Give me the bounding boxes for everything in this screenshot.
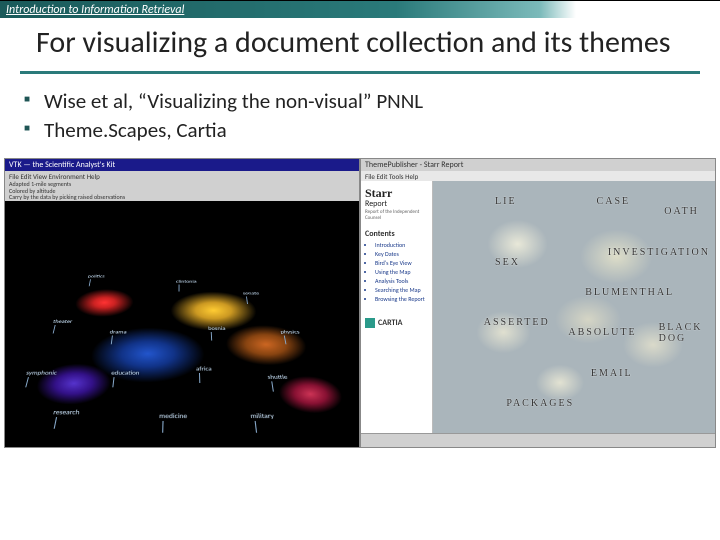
fig2-window-title: ThemePublisher - Starr Report [361, 159, 715, 171]
terrain-label: education [111, 369, 140, 376]
fig1-subtext-line: Adapted 1-mile segments [9, 181, 355, 188]
toc-item: Introduction [375, 241, 428, 250]
cartia-logo-icon [365, 318, 375, 328]
starr-title-a: Starr [365, 187, 428, 199]
map-keyword: ASSERTED [484, 317, 550, 328]
toc-item: Browsing the Report [375, 295, 428, 304]
terrain-label: military [250, 412, 274, 421]
terrain-label: politics [88, 274, 106, 279]
fig1-terrain: politics clintonia senate theater drama bosni… [4, 260, 360, 441]
fig1-subtext: Adapted 1-mile segments Colored by altit… [5, 181, 359, 201]
toc-item: Analysis Tools [375, 277, 428, 286]
bullet-item: Theme.Scapes, Cartia [44, 117, 700, 144]
map-keyword: ABSOLUTE [568, 327, 636, 338]
figure-cartia: ThemePublisher - Starr Report File Edit … [360, 158, 716, 448]
map-keyword: EMAIL [591, 368, 633, 379]
terrain-label: physics [280, 329, 300, 335]
terrain-label: clintonia [176, 279, 197, 284]
fig1-window-title: VTK — the Scientific Analyst's Kit [5, 159, 359, 171]
fig2-statusbar [361, 433, 715, 447]
terrain-label: shuttle [267, 373, 288, 380]
toc-item: Searching the Map [375, 286, 428, 295]
title-block: For visualizing a document collection an… [0, 18, 720, 67]
map-keyword: BLACK DOG [659, 322, 715, 344]
terrain-label: africa [196, 365, 212, 372]
slide-title: For visualizing a document collection an… [36, 26, 720, 61]
fig1-subtext-line: Carry by the data by picking raised obse… [9, 194, 355, 201]
contents-heading: Contents [365, 229, 428, 239]
bullet-list: Wise et al, “Visualizing the non-visual”… [0, 74, 720, 145]
terrain-label: theater [52, 319, 73, 325]
map-keyword: CASE [597, 196, 631, 207]
figures-row: VTK — the Scientific Analyst's Kit File … [0, 158, 720, 448]
map-keyword: PACKAGES [506, 398, 574, 409]
toc-item: Bird's Eye View [375, 259, 428, 268]
terrain-label: bosnia [208, 325, 226, 331]
starr-subline: Report of the Independent Counsel [365, 209, 428, 221]
fig2-menubar: File Edit Tools Help [361, 171, 715, 181]
map-keyword: SEX [495, 257, 520, 268]
terrain-label: senate [243, 291, 260, 296]
map-keyword: OATH [664, 206, 699, 217]
starr-title-b: Report [365, 199, 428, 209]
cartia-logo-text: CARTIA [378, 318, 402, 328]
fig2-sidebar: Starr Report Report of the Independent C… [361, 181, 433, 433]
fig2-content: Starr Report Report of the Independent C… [361, 181, 715, 433]
map-keyword: BLUMENTHAL [585, 287, 674, 298]
terrain-label: medicine [159, 412, 187, 421]
terrain-label: drama [109, 329, 127, 335]
toc-item: Key Dates [375, 250, 428, 259]
toc-list: IntroductionKey DatesBird's Eye ViewUsin… [365, 241, 428, 304]
map-keyword: LIE [495, 196, 517, 207]
cartia-logo: CARTIA [365, 318, 428, 328]
header-breadcrumb: Introduction to Information Retrieval [0, 0, 720, 18]
terrain-label: symphonic [25, 369, 57, 376]
terrain-label: research [53, 407, 81, 415]
figure-themescapes: VTK — the Scientific Analyst's Kit File … [4, 158, 360, 448]
fig2-map: LIE CASE OATH SEX INVESTIGATION BLUMENTHAL ASS… [433, 181, 715, 433]
bullet-item: Wise et al, “Visualizing the non-visual”… [44, 88, 700, 115]
map-keyword: INVESTIGATION [608, 247, 710, 258]
toc-item: Using the Map [375, 268, 428, 277]
